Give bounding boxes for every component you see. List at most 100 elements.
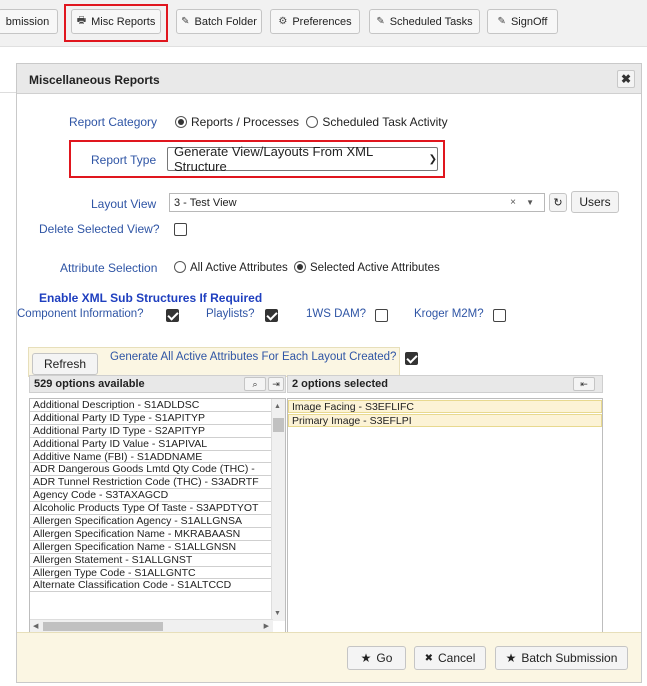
available-option[interactable]: Allergen Statement - S1ALLGNST [30, 554, 271, 567]
available-option[interactable]: Alcoholic Products Type Of Taste - S3APD… [30, 502, 271, 516]
dialog-title: Miscellaneous Reports [29, 73, 160, 87]
layout-view-input[interactable]: 3 - Test View × ▼ [169, 193, 545, 212]
available-option[interactable]: Additional Party ID Type - S1APITYP [30, 412, 271, 425]
available-option[interactable]: Allergen Specification Name - S1ALLGNSN [30, 541, 271, 554]
h-scrollbar-thumb[interactable] [43, 622, 163, 631]
available-option[interactable]: Additional Party ID Type - S2APITYP [30, 425, 271, 438]
radio-reports-processes[interactable] [175, 116, 187, 128]
playlists-label: Playlists? [206, 308, 255, 320]
scroll-right-icon[interactable]: ▶ [264, 622, 269, 630]
misc-reports-dialog: Miscellaneous Reports ✖ Report Category … [16, 63, 642, 683]
report-category-radio-group: Reports / Processes Scheduled Task Activ… [175, 115, 448, 129]
attribute-selection-radio-group: All Active Attributes Selected Active At… [174, 261, 440, 274]
radio-selected-active-label: Selected Active Attributes [310, 262, 440, 274]
users-button[interactable]: Users [571, 191, 619, 213]
generate-all-checkbox[interactable] [405, 352, 418, 365]
available-option[interactable]: Additional Party ID Value - S1APIVAL [30, 438, 271, 451]
available-count: 529 options available [34, 378, 145, 390]
ws-dam-label: 1WS DAM? [306, 308, 367, 320]
cancel-label: Cancel [438, 651, 476, 665]
available-option[interactable]: Agency Code - S3TAXAGCD [30, 489, 271, 503]
move-all-left-icon[interactable]: ⇤ [573, 377, 595, 391]
scheduled-tasks-label: Scheduled Tasks [389, 15, 473, 28]
submission-label: bmission [5, 15, 50, 28]
available-options: Additional Description - S1ADLDSC Additio… [30, 399, 271, 593]
users-label: Users [579, 195, 611, 209]
kroger-m2m-checkbox[interactable] [493, 309, 506, 322]
page-divider [0, 92, 16, 93]
vertical-scrollbar[interactable]: ▲ ▼ [271, 399, 285, 621]
dialog-header: Miscellaneous Reports ✖ [17, 64, 641, 94]
ws-dam-checkbox[interactable] [375, 309, 388, 322]
refresh-button[interactable]: Refresh [32, 353, 98, 375]
scrollbar-thumb[interactable] [273, 418, 284, 432]
clear-icon[interactable]: × [510, 197, 516, 208]
radio-reports-processes-label: Reports / Processes [191, 115, 300, 129]
available-options-list[interactable]: Additional Description - S1ADLDSC Additio… [29, 398, 286, 634]
star-icon: ★ [360, 651, 372, 665]
batch-submission-label: Batch Submission [521, 651, 618, 665]
signoff-button[interactable]: ✎ SignOff [487, 9, 558, 34]
component-info-label: Component Information? [17, 308, 144, 320]
pen-icon: ✎ [497, 16, 506, 27]
refresh-view-icon[interactable]: ↻ [549, 193, 567, 212]
scroll-up-icon[interactable]: ▲ [274, 403, 281, 410]
horizontal-scrollbar[interactable]: ◀ ▶ [30, 619, 273, 633]
generate-all-label: Generate All Active Attributes For Each … [110, 351, 397, 363]
selected-list-header: 2 options selected [287, 375, 603, 393]
scroll-left-icon[interactable]: ◀ [33, 622, 38, 630]
highlight-box-misc-reports [64, 4, 168, 42]
xml-sub-heading: Enable XML Sub Structures If Required [39, 291, 263, 305]
close-icon[interactable]: ✖ [617, 70, 635, 88]
selected-option[interactable]: Image Facing - S3EFLIFC [288, 400, 602, 413]
layout-view-label: Layout View [91, 197, 157, 211]
preferences-button[interactable]: ⚙ Preferences [270, 9, 360, 34]
signoff-label: SignOff [510, 15, 548, 28]
pen-icon: ✎ [181, 16, 190, 27]
scroll-down-icon[interactable]: ▼ [274, 610, 281, 617]
dialog-footer: ★ Go ✖ Cancel ★ Batch Submission [17, 632, 641, 682]
component-info-checkbox[interactable] [166, 309, 179, 322]
batch-submission-button[interactable]: ★ Batch Submission [495, 646, 628, 670]
pen-icon: ✎ [376, 16, 385, 27]
available-option[interactable]: Allergen Type Code - S1ALLGNTC [30, 567, 271, 580]
playlists-checkbox[interactable] [265, 309, 278, 322]
radio-scheduled-task-activity[interactable] [306, 116, 319, 128]
delete-view-checkbox[interactable] [174, 223, 187, 236]
selected-options-list[interactable]: Image Facing - S3EFLIFC Primary Image - S… [287, 398, 603, 634]
radio-selected-active-attributes[interactable] [294, 261, 306, 273]
highlight-box-report-type [69, 140, 445, 178]
move-all-right-icon[interactable]: ⇥ [268, 377, 284, 391]
available-option[interactable]: ADR Dangerous Goods Lmtd Qty Code (THC) … [30, 463, 271, 477]
radio-all-active-label: All Active Attributes [190, 262, 288, 274]
available-option[interactable]: ADR Tunnel Restriction Code (THC) - S3AD… [30, 476, 271, 490]
radio-scheduled-task-label: Scheduled Task Activity [322, 115, 448, 129]
available-option[interactable]: Alternate Classification Code - S1ALTCCD [30, 579, 271, 593]
cancel-button[interactable]: ✖ Cancel [414, 646, 486, 670]
available-option[interactable]: Allergen Specification Name - MKRABAASN [30, 528, 271, 541]
available-option[interactable]: Allergen Specification Agency - S1ALLGNS… [30, 515, 271, 528]
go-label: Go [376, 651, 393, 665]
batch-folder-label: Batch Folder [194, 15, 257, 28]
dropdown-arrow-icon[interactable]: ▼ [526, 198, 534, 207]
selected-count: 2 options selected [292, 378, 388, 390]
refresh-label: Refresh [43, 357, 87, 371]
delete-view-label: Delete Selected View? [39, 222, 160, 236]
available-option[interactable]: Additive Name (FBI) - S1ADDNAME [30, 451, 271, 464]
preferences-label: Preferences [292, 15, 352, 28]
search-icon[interactable]: ⌕ [244, 377, 266, 391]
close-icon: ✖ [424, 652, 434, 664]
selected-option[interactable]: Primary Image - S3EFLPI [288, 414, 602, 427]
selected-options: Image Facing - S3EFLIFC Primary Image - S… [288, 400, 602, 427]
gear-icon: ⚙ [278, 16, 288, 27]
go-button[interactable]: ★ Go [347, 646, 406, 670]
kroger-m2m-label: Kroger M2M? [414, 308, 484, 320]
star-icon: ★ [505, 651, 517, 665]
attribute-selection-label: Attribute Selection [60, 261, 158, 275]
scheduled-tasks-button[interactable]: ✎ Scheduled Tasks [369, 9, 480, 34]
batch-folder-button[interactable]: ✎ Batch Folder [176, 9, 262, 34]
available-option[interactable]: Additional Description - S1ADLDSC [30, 399, 271, 412]
radio-all-active-attributes[interactable] [174, 261, 186, 273]
submission-button[interactable]: bmission [0, 9, 58, 34]
layout-view-value: 3 - Test View [174, 196, 237, 209]
